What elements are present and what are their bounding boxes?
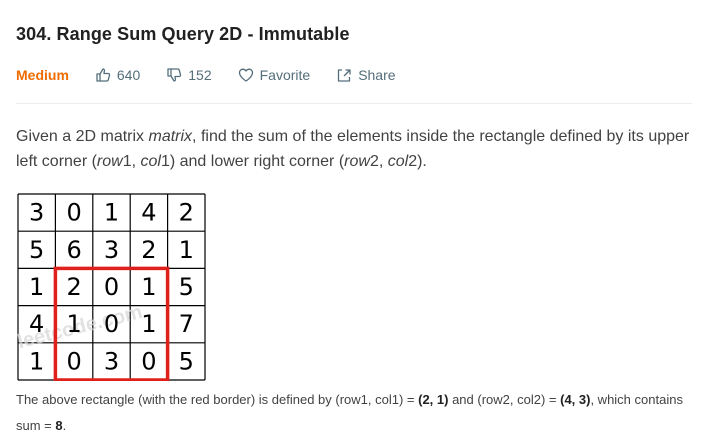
col1-var: col [140, 153, 161, 170]
thumbs-up-icon [96, 68, 111, 82]
matrix-cell: 3 [104, 347, 119, 375]
matrix-cell: 5 [179, 347, 194, 375]
top-left-coordinate: (2, 1) [418, 392, 449, 407]
example-matrix-image: leetcode.com 3 0 1 4 2 5 6 3 2 1 1 2 0 1 5 4 1 0 1 7 1 0 3 0 5 [17, 193, 206, 381]
problem-meta-bar: Medium 640 152 Favorite Share [16, 64, 396, 86]
matrix-cell: 1 [179, 236, 194, 264]
dislike-count: 152 [188, 67, 212, 83]
sum-value: 8 [55, 418, 63, 433]
header-divider [16, 103, 692, 104]
matrix-cell: 1 [141, 273, 156, 301]
share-button[interactable]: Share [336, 67, 396, 83]
matrix-cell: 1 [29, 273, 44, 301]
problem-page: 304. Range Sum Query 2D - Immutable Medi… [0, 0, 715, 441]
matrix-cell: 0 [141, 347, 156, 375]
thumbs-down-icon [167, 68, 182, 82]
matrix-cell: 2 [141, 236, 156, 264]
matrix-cell: 4 [141, 199, 156, 227]
bottom-right-coordinate: (4, 3) [560, 392, 591, 407]
description-text: ) and lower right corner ( [169, 153, 345, 170]
matrix-cell: 0 [66, 347, 81, 375]
matrix-cell: 2 [179, 199, 194, 227]
col2-var: col [387, 153, 409, 170]
explanation-text: . [62, 418, 67, 433]
matrix-cell: 5 [179, 273, 194, 301]
col2-index: 2 [408, 153, 418, 170]
matrix-cell: 2 [66, 273, 81, 301]
matrix-cell: 1 [104, 199, 119, 227]
dislike-button[interactable]: 152 [166, 67, 212, 83]
description-text: ). [417, 153, 427, 170]
like-button[interactable]: 640 [95, 67, 140, 83]
matrix-cell: 3 [104, 236, 119, 264]
problem-title: 304. Range Sum Query 2D - Immutable [16, 24, 350, 44]
matrix-cell: 7 [179, 310, 194, 338]
share-label: Share [358, 67, 396, 83]
row1-index: 1 [122, 153, 132, 170]
favorite-label: Favorite [259, 67, 311, 83]
row1-var: row [96, 153, 123, 170]
separator: , [131, 153, 141, 170]
matrix-cell: 4 [29, 310, 44, 338]
explanation-text: The above rectangle (with the red border… [16, 392, 419, 407]
col1-index: 1 [160, 153, 170, 170]
matrix-cell: 0 [66, 199, 81, 227]
description-text: Given a 2D matrix [16, 128, 149, 145]
matrix-cell: 0 [104, 273, 119, 301]
favorite-button[interactable]: Favorite [238, 67, 311, 83]
matrix-cell: 5 [29, 236, 44, 264]
description-matrix-word: matrix [148, 128, 193, 145]
matrix-cell: 6 [66, 236, 81, 264]
matrix-grid: leetcode.com3 0 1 4 25 6 3 2 11 2 0 1 54 1 0 1 71 0 3 0 5 [17, 193, 206, 381]
matrix-cell: 3 [29, 199, 44, 227]
share-icon [338, 69, 351, 82]
like-count: 640 [116, 67, 141, 83]
separator: , [378, 153, 388, 170]
matrix-cell: 1 [141, 310, 156, 338]
explanation-text: and (row2, col2) = [448, 392, 561, 407]
difficulty-badge: Medium [16, 67, 69, 83]
matrix-cell: 0 [104, 310, 119, 338]
example-explanation: The above rectangle (with the red border… [16, 387, 696, 439]
matrix-cell: 1 [66, 310, 81, 338]
row2-var: row [344, 153, 370, 170]
heart-icon [238, 68, 253, 82]
matrix-cell: 1 [29, 347, 44, 375]
problem-description: Given a 2D matrix matrix, find the sum o… [16, 124, 696, 174]
row2-index: 2 [369, 153, 379, 170]
